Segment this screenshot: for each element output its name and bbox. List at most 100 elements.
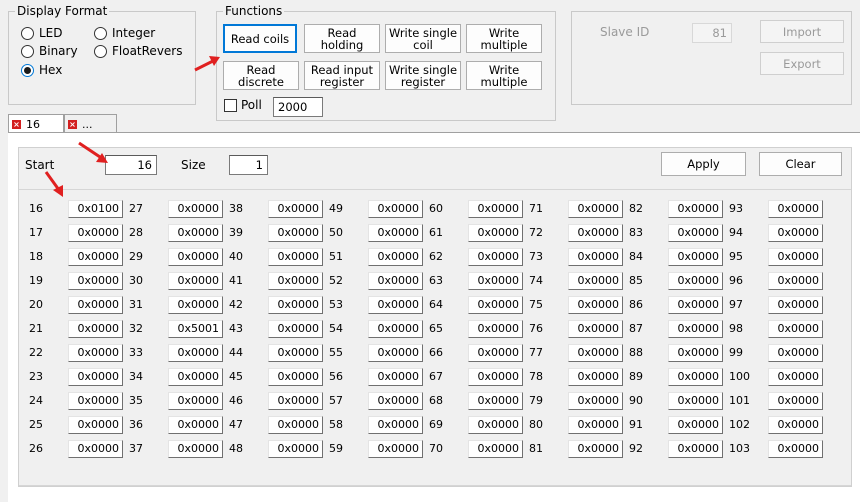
register-value-input[interactable]: 0x0000: [268, 224, 323, 242]
register-value-input[interactable]: 0x0000: [468, 392, 523, 410]
read-coils-button[interactable]: Read coils: [223, 24, 297, 53]
register-value-input[interactable]: 0x0000: [668, 440, 723, 458]
register-value-input[interactable]: 0x0000: [368, 440, 423, 458]
poll-checkbox[interactable]: [224, 99, 237, 112]
register-value-input[interactable]: 0x0000: [368, 392, 423, 410]
register-value-input[interactable]: 0x0000: [768, 392, 823, 410]
register-value-input[interactable]: 0x0000: [568, 272, 623, 290]
register-value-input[interactable]: 0x0000: [268, 392, 323, 410]
register-value-input[interactable]: 0x0000: [468, 224, 523, 242]
register-value-input[interactable]: 0x0000: [468, 416, 523, 434]
radio-binary[interactable]: Binary: [21, 43, 78, 59]
radio-floatrevers[interactable]: FloatRevers: [94, 43, 183, 59]
register-value-input[interactable]: 0x0000: [168, 344, 223, 362]
register-value-input[interactable]: 0x0000: [268, 248, 323, 266]
register-value-input[interactable]: 0x0000: [568, 248, 623, 266]
register-value-input[interactable]: 0x0000: [168, 296, 223, 314]
register-value-input[interactable]: 0x0000: [468, 272, 523, 290]
register-value-input[interactable]: 0x0000: [568, 320, 623, 338]
register-value-input[interactable]: 0x0000: [368, 344, 423, 362]
register-value-input[interactable]: 0x0000: [668, 272, 723, 290]
register-value-input[interactable]: 0x0000: [668, 368, 723, 386]
apply-button[interactable]: Apply: [661, 152, 746, 176]
register-value-input[interactable]: 0x0000: [768, 224, 823, 242]
register-value-input[interactable]: 0x0000: [168, 272, 223, 290]
register-value-input[interactable]: 0x0000: [768, 296, 823, 314]
register-value-input[interactable]: 0x0100: [68, 200, 123, 218]
register-value-input[interactable]: 0x0000: [768, 368, 823, 386]
register-value-input[interactable]: 0x0000: [168, 392, 223, 410]
register-value-input[interactable]: 0x0000: [668, 248, 723, 266]
tab-close-icon[interactable]: ×: [68, 119, 77, 129]
register-value-input[interactable]: 0x0000: [168, 368, 223, 386]
write-single-coil-button[interactable]: Write single coil: [385, 24, 461, 53]
register-value-input[interactable]: 0x0000: [168, 200, 223, 218]
register-value-input[interactable]: 0x0000: [68, 344, 123, 362]
radio-hex[interactable]: Hex: [21, 62, 62, 78]
register-value-input[interactable]: 0x0000: [768, 200, 823, 218]
clear-button[interactable]: Clear: [759, 152, 842, 176]
register-value-input[interactable]: 0x0000: [368, 416, 423, 434]
register-value-input[interactable]: 0x0000: [768, 344, 823, 362]
register-value-input[interactable]: 0x0000: [668, 320, 723, 338]
register-value-input[interactable]: 0x0000: [268, 416, 323, 434]
read-holding-button[interactable]: Read holding: [304, 24, 380, 53]
register-value-input[interactable]: 0x0000: [468, 344, 523, 362]
register-value-input[interactable]: 0x0000: [368, 200, 423, 218]
register-value-input[interactable]: 0x0000: [768, 272, 823, 290]
register-value-input[interactable]: 0x0000: [68, 248, 123, 266]
register-value-input[interactable]: 0x0000: [768, 320, 823, 338]
register-value-input[interactable]: 0x0000: [68, 296, 123, 314]
register-value-input[interactable]: 0x0000: [368, 248, 423, 266]
register-value-input[interactable]: 0x0000: [68, 440, 123, 458]
register-value-input[interactable]: 0x0000: [468, 320, 523, 338]
register-value-input[interactable]: 0x0000: [268, 296, 323, 314]
import-button[interactable]: Import: [760, 20, 844, 43]
poll-interval-input[interactable]: 2000: [273, 97, 323, 117]
register-value-input[interactable]: 0x0000: [668, 344, 723, 362]
register-value-input[interactable]: 0x0000: [568, 344, 623, 362]
register-value-input[interactable]: 0x0000: [768, 440, 823, 458]
register-value-input[interactable]: 0x0000: [568, 200, 623, 218]
register-value-input[interactable]: 0x0000: [268, 272, 323, 290]
register-value-input[interactable]: 0x0000: [468, 440, 523, 458]
read-input-register-button[interactable]: Read input register: [304, 61, 380, 90]
size-input[interactable]: 1: [229, 155, 268, 175]
register-value-input[interactable]: 0x0000: [368, 320, 423, 338]
register-value-input[interactable]: 0x0000: [268, 368, 323, 386]
register-value-input[interactable]: 0x0000: [668, 392, 723, 410]
register-value-input[interactable]: 0x0000: [568, 416, 623, 434]
slave-id-input[interactable]: 81: [692, 23, 732, 43]
register-value-input[interactable]: 0x0000: [368, 224, 423, 242]
radio-integer[interactable]: Integer: [94, 25, 155, 41]
register-value-input[interactable]: 0x0000: [668, 416, 723, 434]
register-value-input[interactable]: 0x0000: [68, 416, 123, 434]
register-value-input[interactable]: 0x0000: [668, 200, 723, 218]
register-value-input[interactable]: 0x0000: [268, 344, 323, 362]
register-value-input[interactable]: 0x0000: [568, 296, 623, 314]
tab-16[interactable]: × 16: [8, 114, 64, 134]
register-value-input[interactable]: 0x0000: [568, 392, 623, 410]
tab-close-icon[interactable]: ×: [12, 120, 21, 129]
register-value-input[interactable]: 0x0000: [368, 272, 423, 290]
register-value-input[interactable]: 0x0000: [168, 440, 223, 458]
register-value-input[interactable]: 0x0000: [268, 200, 323, 218]
register-value-input[interactable]: 0x0000: [568, 440, 623, 458]
register-value-input[interactable]: 0x0000: [168, 416, 223, 434]
read-discrete-button[interactable]: Read discrete: [223, 61, 299, 90]
register-value-input[interactable]: 0x0000: [468, 368, 523, 386]
register-value-input[interactable]: 0x0000: [168, 224, 223, 242]
register-value-input[interactable]: 0x0000: [468, 296, 523, 314]
register-value-input[interactable]: 0x0000: [68, 224, 123, 242]
write-multiple-registers-button[interactable]: Write multiple: [466, 61, 542, 90]
register-value-input[interactable]: 0x0000: [268, 440, 323, 458]
register-value-input[interactable]: 0x0000: [168, 248, 223, 266]
register-value-input[interactable]: 0x0000: [368, 368, 423, 386]
register-value-input[interactable]: 0x0000: [768, 416, 823, 434]
register-value-input[interactable]: 0x0000: [468, 248, 523, 266]
register-value-input[interactable]: 0x0000: [368, 296, 423, 314]
register-value-input[interactable]: 0x0000: [568, 224, 623, 242]
write-multiple-coils-button[interactable]: Write multiple: [466, 24, 542, 53]
radio-led[interactable]: LED: [21, 25, 63, 41]
register-value-input[interactable]: 0x0000: [768, 248, 823, 266]
